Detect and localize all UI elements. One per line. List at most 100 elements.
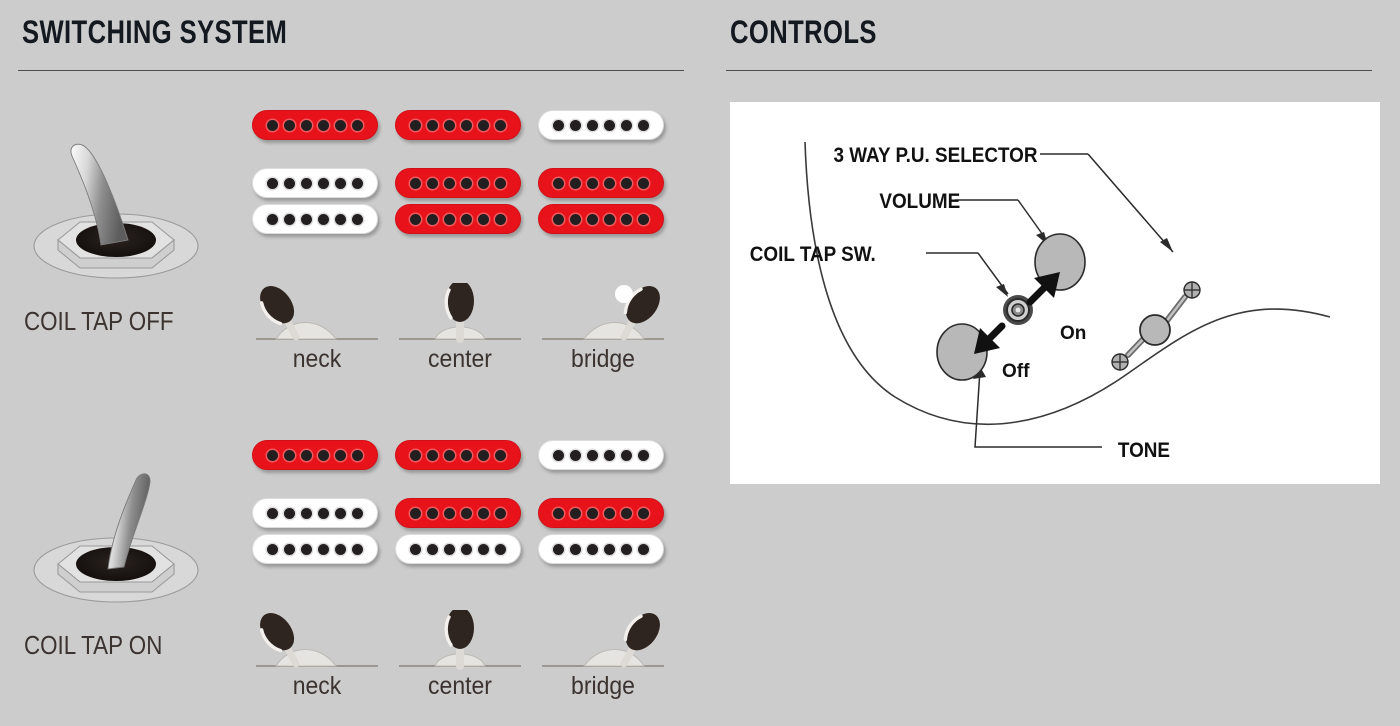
pole-piece: [638, 543, 649, 555]
pickup-selector[interactable]: [1111, 281, 1201, 371]
pole-piece: [427, 543, 438, 555]
pole-piece: [478, 543, 489, 555]
lever-position-bridge[interactable]: bridge: [538, 610, 668, 702]
lever-label-bridge: bridge: [571, 672, 635, 700]
mini-toggle-switch-left-icon[interactable]: [18, 128, 218, 303]
pole-piece: [444, 543, 455, 555]
pole-piece: [461, 543, 472, 555]
pole-piece: [301, 449, 312, 461]
lever-switch-neck-icon[interactable]: [252, 610, 382, 672]
pole-piece: [495, 213, 506, 225]
pole-piece: [352, 507, 363, 519]
pole-piece: [335, 119, 346, 131]
pickup-neck-single: [395, 440, 521, 470]
pole-piece: [284, 449, 295, 461]
pole-piece: [410, 177, 421, 189]
pole-piece: [621, 543, 632, 555]
coil-tap-off-block: COIL TAP OFF: [18, 128, 228, 358]
pole-piece: [352, 119, 363, 131]
coil-tap-on-lever-row: neck center bridge: [240, 610, 680, 702]
switching-system-panel: SWITCHING SYSTEM COIL TAP OFF neck cente…: [0, 0, 700, 726]
pickup-neck-single: [538, 440, 664, 470]
pole-piece: [318, 213, 329, 225]
pole-piece: [267, 177, 278, 189]
pickup-column-center: [395, 110, 525, 234]
pole-piece: [461, 119, 472, 131]
pole-piece: [478, 449, 489, 461]
pole-piece: [587, 449, 598, 461]
pole-piece: [621, 119, 632, 131]
pole-piece: [495, 543, 506, 555]
pole-piece: [301, 507, 312, 519]
pole-piece: [587, 213, 598, 225]
pole-piece: [587, 507, 598, 519]
pole-piece: [427, 119, 438, 131]
pole-piece: [410, 213, 421, 225]
pole-piece: [352, 213, 363, 225]
pole-piece: [284, 213, 295, 225]
volume-label: VOLUME: [879, 190, 960, 213]
pole-piece: [570, 177, 581, 189]
pole-piece: [284, 119, 295, 131]
pickup-column-bridge: [538, 440, 668, 564]
controls-divider: [726, 70, 1372, 71]
pole-piece: [352, 543, 363, 555]
pole-piece: [478, 213, 489, 225]
pole-piece: [267, 119, 278, 131]
lever-switch-bridge-icon[interactable]: [538, 283, 668, 345]
pickup-neck-single: [252, 110, 378, 140]
lever-switch-center-icon[interactable]: [395, 283, 525, 345]
pole-piece: [587, 177, 598, 189]
pole-piece: [621, 177, 632, 189]
off-label: Off: [1002, 361, 1030, 382]
pole-piece: [284, 543, 295, 555]
coil-tap-on-block: COIL TAP ON: [18, 452, 228, 682]
mini-toggle-switch-right-icon[interactable]: [18, 452, 218, 627]
pole-piece: [495, 507, 506, 519]
pole-piece: [553, 543, 564, 555]
lever-label-neck: neck: [292, 672, 342, 700]
lever-switch-center-icon[interactable]: [395, 610, 525, 672]
pickup-bridge-coil-bottom: [395, 204, 521, 234]
pole-piece: [638, 177, 649, 189]
pole-piece: [318, 177, 329, 189]
pole-piece: [318, 449, 329, 461]
pole-piece: [427, 213, 438, 225]
pole-piece: [570, 449, 581, 461]
lever-position-bridge[interactable]: bridge: [538, 283, 668, 375]
pickup-bridge-coil-bottom: [252, 534, 378, 564]
lever-switch-bridge-icon[interactable]: [538, 610, 668, 672]
pole-piece: [495, 119, 506, 131]
pole-piece: [570, 119, 581, 131]
controls-layout-diagram: 3 WAY P.U. SELECTOR VOLUME COIL TAP SW. …: [730, 102, 1380, 484]
pole-piece: [587, 119, 598, 131]
pole-piece: [553, 213, 564, 225]
lever-label-center: center: [428, 672, 492, 700]
leader-tone: [974, 369, 1102, 448]
pickup-neck-single: [252, 440, 378, 470]
pole-piece: [301, 177, 312, 189]
lever-position-center[interactable]: center: [395, 283, 525, 375]
lever-label-bridge: bridge: [571, 345, 635, 373]
pickup-neck-single: [395, 110, 521, 140]
coil-tap-off-label: COIL TAP OFF: [24, 306, 174, 336]
pole-piece: [427, 507, 438, 519]
lever-switch-neck-icon[interactable]: [252, 283, 382, 345]
pole-piece: [553, 177, 564, 189]
pole-piece: [335, 213, 346, 225]
pickup-bridge-coil-top: [538, 498, 664, 528]
leader-selector-arrow-line: [1087, 153, 1174, 253]
pole-piece: [444, 449, 455, 461]
lever-position-neck[interactable]: neck: [252, 283, 382, 375]
controls-title: CONTROLS: [730, 14, 877, 50]
pole-piece: [427, 449, 438, 461]
pole-piece: [570, 213, 581, 225]
pole-piece: [444, 507, 455, 519]
tone-label: TONE: [1118, 439, 1170, 462]
lever-position-neck[interactable]: neck: [252, 610, 382, 702]
pole-piece: [301, 213, 312, 225]
pole-piece: [604, 543, 615, 555]
pole-piece: [444, 177, 455, 189]
lever-position-center[interactable]: center: [395, 610, 525, 702]
switching-system-divider: [18, 70, 684, 71]
